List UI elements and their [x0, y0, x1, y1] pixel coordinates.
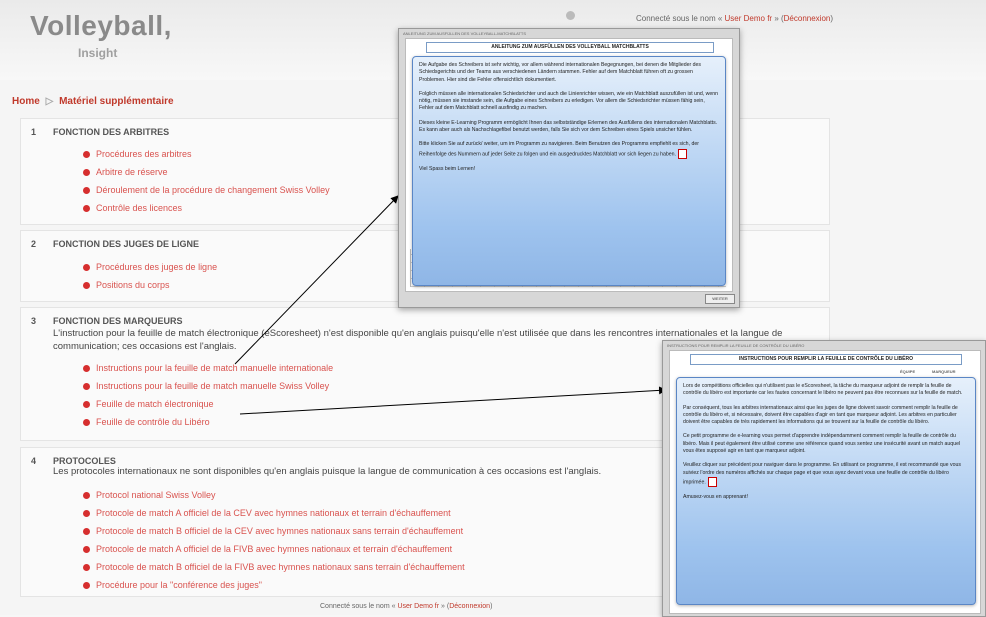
paragraph: Ce petit programme de e-learning vous pe…	[683, 433, 961, 455]
preview-window-libero: INSTRUCTIONS POUR REMPLIR LA FEUILLE DE …	[662, 340, 986, 617]
paragraph: Par conséquent, tous les arbitres intern…	[683, 404, 958, 426]
next-button[interactable]: WEITER	[705, 294, 735, 304]
instruction-panel: Lors de compétitions officielles qui n'u…	[676, 377, 976, 605]
arrow-to-popup1	[234, 195, 399, 365]
tab-marqueur[interactable]: MARQUEUR	[932, 369, 956, 374]
paragraph: Amusez-vous en apprenant!	[683, 493, 748, 500]
instruction-text: Die Aufgabe des Schreibers ist sehr wich…	[419, 62, 719, 180]
arrow-to-popup2	[239, 386, 667, 415]
tab-equipe[interactable]: ÉQUIPE	[900, 369, 915, 374]
paragraph: Bitte klicken Sie auf zurück/ weiter, um…	[419, 141, 699, 158]
scoresheet-canvas: ANLEITUNG ZUM AUSFÜLLEN DES VOLLEYBALL M…	[405, 38, 733, 292]
paragraph: Veuillez cliquer sur précédent pour navi…	[683, 462, 961, 486]
pdf-icon[interactable]	[707, 476, 717, 487]
instruction-text: Lors de compétitions officielles qui n'u…	[683, 383, 969, 508]
paragraph: Viel Spass beim Lernen!	[419, 165, 476, 172]
window-caption: ANLEITUNG ZUM AUSFÜLLEN DES VOLLEYBALL-M…	[403, 31, 526, 36]
window-caption: INSTRUCTIONS POUR REMPLIR LA FEUILLE DE …	[667, 343, 805, 348]
sheet-title: ANLEITUNG ZUM AUSFÜLLEN DES VOLLEYBALL M…	[426, 42, 714, 53]
page: Volleyball, Insight Connecté sous le nom…	[0, 0, 986, 617]
preview-window-matchblatt: ANLEITUNG ZUM AUSFÜLLEN DES VOLLEYBALL-M…	[398, 28, 740, 308]
libero-sheet-canvas: INSTRUCTIONS POUR REMPLIR LA FEUILLE DE …	[669, 350, 981, 614]
sheet-title: INSTRUCTIONS POUR REMPLIR LA FEUILLE DE …	[690, 354, 962, 365]
paragraph: Folglich müssen alle internationalen Sch…	[419, 90, 719, 112]
paragraph: Lors de compétitions officielles qui n'u…	[683, 383, 963, 397]
paragraph: Dieses kleine E-Learning Programm ermögl…	[419, 119, 718, 134]
pdf-icon[interactable]	[677, 148, 687, 159]
instruction-panel: Die Aufgabe des Schreibers ist sehr wich…	[412, 56, 726, 286]
paragraph: Die Aufgabe des Schreibers ist sehr wich…	[419, 62, 702, 83]
